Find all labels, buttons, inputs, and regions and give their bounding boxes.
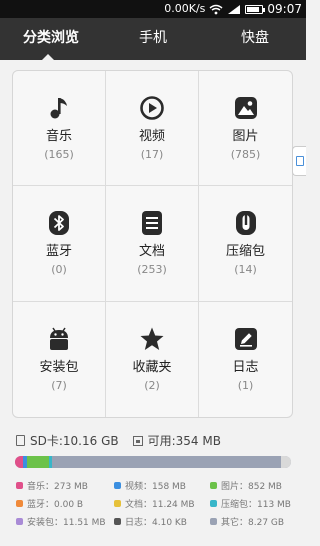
category-label: 日志: [232, 360, 259, 376]
category-grid: 音乐 (165) 视频 (17) 图片 (785) 蓝牙 (0) 文档 (253…: [12, 70, 293, 418]
category-count: (7): [51, 379, 67, 393]
legend-item-music: 音乐：273 MB: [16, 479, 114, 492]
side-panel-handle[interactable]: [292, 146, 306, 176]
category-label: 压缩包: [225, 244, 265, 260]
category-log[interactable]: 日志 (1): [199, 302, 292, 417]
category-favorites[interactable]: 收藏夹 (2): [106, 301, 199, 417]
legend-item-other: 其它：8.27 GB: [210, 515, 296, 528]
category-apk[interactable]: 安装包 (7): [13, 301, 106, 417]
tab-phone[interactable]: 手机: [102, 18, 204, 60]
storage-legend: 音乐：273 MB 视频：158 MB 图片：852 MB 蓝牙：0.00 B …: [16, 479, 296, 528]
usage-segment-other: [52, 456, 281, 468]
tab-kuaipan[interactable]: 快盘: [204, 18, 306, 60]
category-label: 图片: [232, 129, 259, 145]
tab-label: 快盘: [241, 30, 269, 46]
active-tab-indicator: [42, 54, 54, 60]
category-count: (14): [234, 263, 257, 277]
wifi-icon: [209, 4, 223, 14]
image-icon: [234, 97, 257, 120]
category-document[interactable]: 文档 (253): [106, 186, 199, 302]
tab-bar: 分类浏览 手机 快盘: [0, 18, 306, 60]
log-icon: [234, 328, 257, 351]
legend-item-apk: 安装包：11.51 MB: [16, 515, 114, 528]
category-archive[interactable]: 压缩包 (14): [199, 186, 292, 302]
category-count: (1): [237, 379, 254, 393]
category-count: (17): [140, 148, 164, 162]
legend-item-bluetooth: 蓝牙：0.00 B: [16, 497, 114, 510]
sd-capacity: SD卡:10.16 GB: [30, 434, 119, 448]
status-right: 0.00K/s 09:07: [164, 0, 302, 18]
android-icon: [50, 327, 68, 351]
category-label: 文档: [138, 244, 165, 260]
category-label: 蓝牙: [45, 244, 72, 260]
video-icon: [140, 96, 164, 120]
battery-icon: [245, 4, 266, 14]
legend-item-document: 文档：11.24 MB: [114, 497, 210, 510]
bluetooth-icon: [49, 211, 69, 236]
category-music[interactable]: 音乐 (165): [13, 71, 106, 187]
category-label: 安装包: [39, 360, 79, 376]
usage-segment-music: [15, 456, 23, 468]
category-bluetooth[interactable]: 蓝牙 (0): [13, 186, 106, 302]
free-space: 可用:354 MB: [147, 434, 221, 448]
signal-icon: [228, 4, 241, 14]
usage-segment-free: [281, 456, 291, 468]
status-bar: 0.00K/s 09:07: [0, 0, 306, 18]
tab-label: 手机: [139, 30, 167, 46]
legend-item-image: 图片：852 MB: [210, 479, 296, 492]
category-count: (0): [51, 263, 67, 277]
sd-card-icon: [16, 435, 25, 446]
legend-item-log: 日志：4.10 KB: [114, 515, 210, 528]
storage-free-icon: [132, 435, 143, 446]
star-icon: [140, 327, 164, 351]
usage-segment-image: [27, 456, 49, 468]
category-video[interactable]: 视频 (17): [106, 71, 199, 187]
music-icon: [50, 98, 67, 119]
category-image[interactable]: 图片 (785): [199, 71, 292, 187]
category-count: (165): [44, 148, 74, 162]
category-label: 收藏夹: [132, 360, 172, 376]
legend-item-video: 视频：158 MB: [114, 479, 210, 492]
storage-summary: SD卡:10.16 GB 可用:354 MB: [16, 432, 221, 449]
network-speed: 0.00K/s: [164, 2, 206, 15]
clock: 09:07: [267, 2, 302, 16]
tab-label: 分类浏览: [23, 30, 79, 46]
document-icon: [142, 211, 162, 236]
legend-item-archive: 压缩包：113 MB: [210, 497, 296, 510]
category-label: 视频: [138, 129, 165, 145]
category-label: 音乐: [45, 129, 72, 145]
category-count: (253): [137, 263, 167, 277]
storage-usage-bar: [15, 456, 291, 468]
category-count: (785): [230, 148, 261, 162]
archive-icon: [235, 211, 256, 236]
category-count: (2): [144, 379, 160, 393]
